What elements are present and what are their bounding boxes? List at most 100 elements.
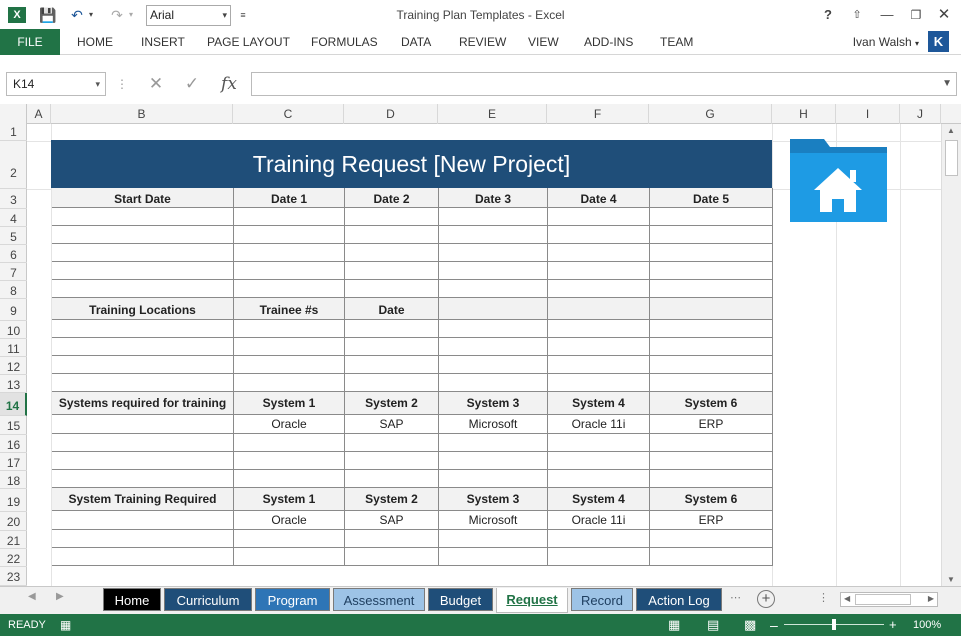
table-cell[interactable] — [52, 415, 234, 434]
table-cell[interactable] — [548, 548, 650, 566]
table-cell[interactable] — [234, 470, 345, 488]
row-header[interactable]: 13 — [0, 375, 27, 393]
table-cell[interactable]: ERP — [650, 511, 773, 530]
tab-insert[interactable]: INSERT — [141, 29, 185, 55]
tab-home[interactable]: HOME — [77, 29, 113, 55]
prev-sheet-icon[interactable]: ◀ — [28, 591, 36, 602]
ribbon-display-icon[interactable]: ⇧ — [846, 4, 868, 26]
table-cell[interactable] — [234, 262, 345, 280]
table-cell[interactable] — [548, 262, 650, 280]
table-cell[interactable] — [234, 530, 345, 548]
cancel-icon[interactable]: ✕ — [143, 72, 169, 96]
table-cell[interactable] — [650, 208, 773, 226]
horizontal-scrollbar[interactable]: ◀ ▶ — [840, 592, 938, 607]
table-cell[interactable] — [52, 511, 234, 530]
row-header[interactable]: 19 — [0, 489, 27, 512]
restore-icon[interactable]: ❐ — [905, 4, 927, 26]
row-header[interactable]: 18 — [0, 471, 27, 489]
table-cell[interactable] — [345, 548, 439, 566]
redo-dropdown-icon[interactable]: ▾ — [126, 5, 136, 25]
add-sheet-button[interactable]: + — [757, 590, 775, 608]
tab-review[interactable]: REVIEW — [459, 29, 506, 55]
table-cell[interactable] — [52, 356, 234, 374]
table-cell[interactable] — [234, 434, 345, 452]
scroll-right-icon[interactable]: ▶ — [928, 594, 934, 603]
table-cell[interactable] — [439, 374, 548, 392]
row-header[interactable]: 5 — [0, 227, 27, 245]
zoom-level[interactable]: 100% — [913, 614, 941, 636]
table-cell[interactable] — [52, 338, 234, 356]
table-cell[interactable] — [52, 244, 234, 262]
table-cell[interactable] — [650, 530, 773, 548]
table-cell[interactable] — [234, 244, 345, 262]
table-cell[interactable]: Oracle 11i — [548, 511, 650, 530]
tab-team[interactable]: TEAM — [660, 29, 693, 55]
table-cell[interactable] — [52, 320, 234, 338]
table-cell[interactable] — [234, 374, 345, 392]
row-header[interactable]: 9 — [0, 299, 27, 321]
tab-data[interactable]: DATA — [401, 29, 431, 55]
table-cell[interactable]: Microsoft — [439, 511, 548, 530]
table-cell[interactable] — [345, 280, 439, 298]
column-header-a[interactable]: A — [27, 104, 51, 124]
next-sheet-icon[interactable]: ▶ — [56, 591, 64, 602]
page-break-view-icon[interactable]: ▩ — [744, 614, 756, 636]
table-cell[interactable] — [345, 226, 439, 244]
table-cell[interactable] — [650, 434, 773, 452]
table-cell[interactable] — [548, 226, 650, 244]
table-cell[interactable] — [439, 262, 548, 280]
table-cell[interactable]: SAP — [345, 415, 439, 434]
table-cell[interactable] — [548, 434, 650, 452]
table-cell[interactable] — [234, 338, 345, 356]
table-cell[interactable] — [345, 530, 439, 548]
table-cell[interactable] — [650, 280, 773, 298]
row-header[interactable]: 21 — [0, 531, 27, 549]
undo-icon[interactable]: ↶ — [68, 5, 86, 25]
table-cell[interactable] — [345, 434, 439, 452]
customize-qat-icon[interactable]: ≡ — [236, 5, 250, 25]
column-header-d[interactable]: D — [344, 104, 438, 124]
vertical-scrollbar[interactable]: ▲ ▼ — [941, 124, 961, 586]
table-cell[interactable] — [548, 208, 650, 226]
table-cell[interactable] — [234, 320, 345, 338]
sheet-tab-assessment[interactable]: Assessment — [333, 588, 425, 611]
font-name-select[interactable]: Arial ▾ — [146, 5, 231, 26]
table-cell[interactable] — [650, 356, 773, 374]
table-cell[interactable] — [345, 338, 439, 356]
table-cell[interactable] — [548, 470, 650, 488]
zoom-out-icon[interactable]: – — [770, 614, 778, 636]
tabs-more-icon[interactable]: ⋯ — [730, 591, 741, 604]
tab-view[interactable]: VIEW — [528, 29, 559, 55]
table-cell[interactable] — [650, 548, 773, 566]
help-icon[interactable]: ? — [817, 4, 839, 26]
tab-formulas[interactable]: FORMULAS — [311, 29, 378, 55]
row-header[interactable]: 6 — [0, 245, 27, 263]
column-header-b[interactable]: B — [51, 104, 233, 124]
table-cell[interactable] — [439, 226, 548, 244]
sheet-tab-request[interactable]: Request — [496, 588, 568, 613]
table-cell[interactable] — [548, 244, 650, 262]
column-header-i[interactable]: I — [836, 104, 900, 124]
row-header[interactable]: 22 — [0, 549, 27, 567]
tab-page-layout[interactable]: PAGE LAYOUT — [207, 29, 290, 55]
table-cell[interactable] — [439, 244, 548, 262]
table-cell[interactable] — [234, 280, 345, 298]
row-header[interactable]: 10 — [0, 321, 27, 339]
table-cell[interactable] — [439, 548, 548, 566]
table-cell[interactable] — [650, 452, 773, 470]
table-cell[interactable] — [234, 548, 345, 566]
table-cell[interactable] — [439, 338, 548, 356]
table-cell[interactable] — [650, 244, 773, 262]
table-cell[interactable] — [52, 434, 234, 452]
scroll-thumb[interactable] — [855, 594, 911, 605]
column-header-g[interactable]: G — [649, 104, 772, 124]
table-cell[interactable] — [345, 320, 439, 338]
table-cell[interactable] — [52, 470, 234, 488]
table-cell[interactable] — [439, 434, 548, 452]
sheet-tab-record[interactable]: Record — [571, 588, 633, 611]
table-cell[interactable] — [345, 244, 439, 262]
sheet-tab-home[interactable]: Home — [103, 588, 161, 611]
scroll-left-icon[interactable]: ◀ — [844, 594, 850, 603]
table-cell[interactable]: Oracle 11i — [548, 415, 650, 434]
table-cell[interactable] — [548, 280, 650, 298]
